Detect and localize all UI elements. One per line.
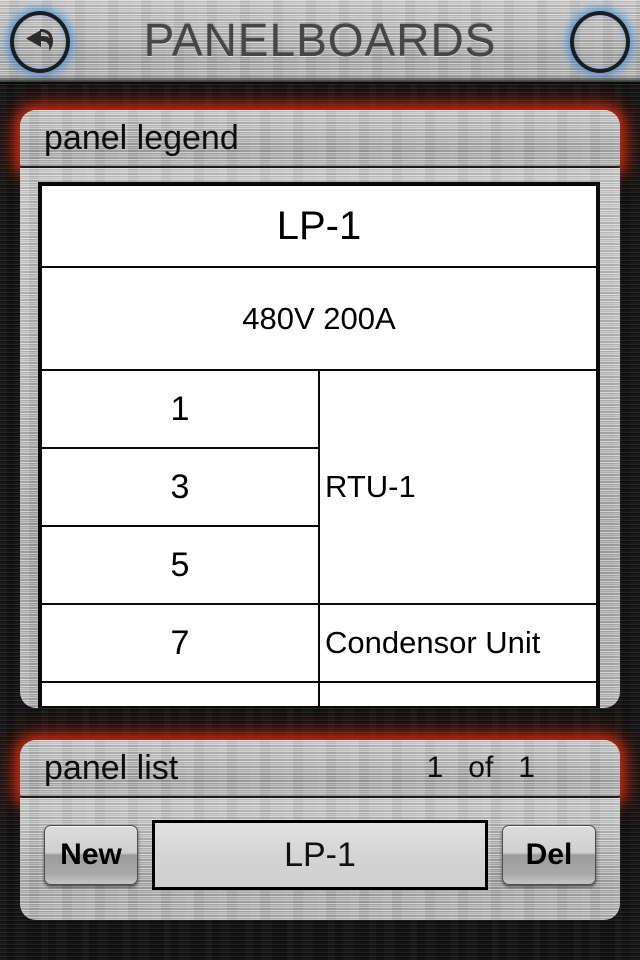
panel-list-row: New LP-1 Del — [20, 820, 620, 890]
panel-name-row: LP-1 — [40, 184, 598, 268]
back-arrow-icon — [20, 20, 60, 65]
circuit-number-cell[interactable]: 5 — [40, 525, 320, 605]
title-bar: PANELBOARDS — [0, 0, 640, 84]
menu-button[interactable] — [570, 11, 630, 73]
circuit-description-cell[interactable]: Condensor Unit — [318, 603, 598, 683]
table-row[interactable] — [40, 681, 598, 706]
panel-rating-row: 480V 200A — [40, 266, 598, 371]
panel-list-header: panel list 1 of 1 — [20, 740, 620, 798]
circuit-number-cell[interactable] — [40, 681, 320, 706]
panel-list-title: panel list — [44, 748, 179, 787]
circuit-number-cell[interactable]: 1 — [40, 369, 320, 449]
delete-panel-button[interactable]: Del — [502, 825, 596, 885]
back-button[interactable] — [10, 11, 70, 73]
table-row[interactable]: 1 RTU-1 — [40, 369, 598, 605]
circuit-number-cell[interactable]: 7 — [40, 603, 320, 683]
circuit-description-cell[interactable]: RTU-1 — [318, 369, 598, 605]
circuit-description-cell[interactable] — [318, 681, 598, 706]
page-title: PANELBOARDS — [143, 14, 497, 66]
panel-list-body: New LP-1 Del — [20, 798, 620, 920]
panel-name-cell[interactable]: LP-1 — [40, 184, 598, 268]
new-panel-button[interactable]: New — [44, 825, 138, 885]
panel-legend-body: LP-1 480V 200A 1 RTU-1 3 5 7 Condensor U… — [20, 168, 620, 708]
table-row[interactable]: 7 Condensor Unit — [40, 603, 598, 683]
app-root: { "titlebar": { "title": "PANELBOARDS", … — [0, 0, 640, 960]
panel-legend-header: panel legend — [20, 110, 620, 168]
circuit-number-cell[interactable]: 3 — [40, 447, 320, 527]
panel-list-count: 1 of 1 — [426, 751, 535, 784]
panel-legend-table: LP-1 480V 200A 1 RTU-1 3 5 7 Condensor U… — [40, 184, 598, 706]
selected-panel-item[interactable]: LP-1 — [152, 820, 488, 890]
panel-rating-cell[interactable]: 480V 200A — [40, 266, 598, 371]
panel-legend-table-container[interactable]: LP-1 480V 200A 1 RTU-1 3 5 7 Condensor U… — [38, 182, 600, 708]
panel-legend-title: panel legend — [44, 118, 239, 157]
